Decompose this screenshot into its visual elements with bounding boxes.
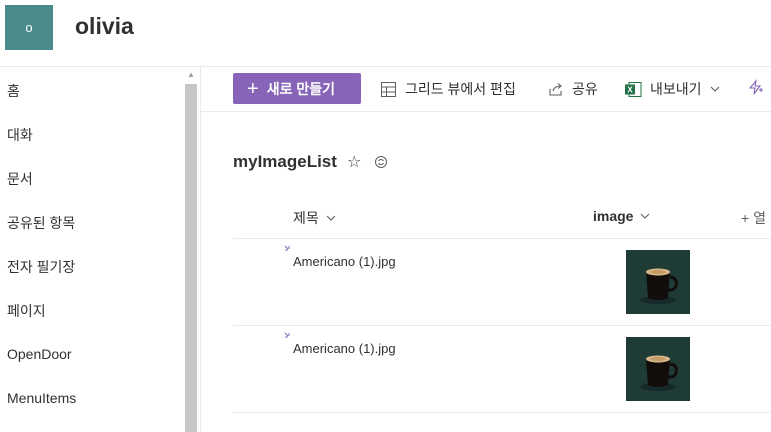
plus-icon: +: [247, 77, 259, 100]
flow-icon: [748, 79, 763, 95]
site-logo[interactable]: o: [5, 5, 53, 50]
coffee-mug-thumbnail[interactable]: [626, 250, 690, 314]
scroll-up-arrow-icon[interactable]: ▲: [186, 70, 196, 80]
row-title[interactable]: Americano (1).jpg: [293, 341, 396, 356]
add-column-button[interactable]: + 열: [741, 208, 766, 228]
site-title[interactable]: olivia: [75, 13, 134, 40]
row-divider: [233, 412, 771, 413]
list-title: myImageList: [233, 152, 337, 171]
share-label: 공유: [572, 81, 598, 97]
automate-button[interactable]: [748, 79, 771, 96]
row-title[interactable]: Americano (1).jpg: [293, 254, 396, 269]
export-label: 내보내기: [650, 81, 702, 97]
column-header-title[interactable]: 제목: [293, 208, 337, 228]
sidebar-item-shared[interactable]: 공유된 항목: [7, 213, 75, 233]
sync-icon[interactable]: [374, 155, 388, 169]
export-button[interactable]: X 내보내기: [624, 79, 721, 99]
sidebar-item-menuitems[interactable]: MenuItems: [7, 390, 76, 406]
sidebar-item-notebook[interactable]: 전자 필기장: [7, 257, 75, 277]
column-header-image[interactable]: image: [593, 208, 651, 224]
chevron-down-icon: [326, 215, 336, 221]
sidebar-item-home[interactable]: 홈: [7, 81, 20, 101]
row-divider: [233, 325, 771, 326]
site-header: o olivia: [0, 0, 771, 67]
left-navigation: 홈 대화 문서 공유된 항목 전자 필기장 페이지 OpenDoor MenuI…: [0, 67, 201, 432]
coffee-mug-thumbnail[interactable]: [626, 337, 690, 401]
sidebar-scrollbar[interactable]: [185, 84, 197, 432]
share-button[interactable]: 공유: [547, 79, 598, 99]
edit-grid-view-button[interactable]: 그리드 뷰에서 편집: [380, 79, 516, 99]
coffee-mug-image: [626, 337, 690, 401]
header-divider: [233, 238, 771, 239]
coffee-mug-image: [626, 250, 690, 314]
column-title-label: 제목: [293, 210, 319, 226]
new-button-label: 새로 만들기: [266, 80, 335, 97]
sidebar-item-opendoor[interactable]: OpenDoor: [7, 346, 72, 362]
chevron-down-icon: [641, 213, 650, 219]
new-button[interactable]: + 새로 만들기: [233, 73, 361, 104]
edit-grid-view-label: 그리드 뷰에서 편집: [405, 81, 516, 97]
svg-text:X: X: [627, 85, 633, 94]
share-icon: [549, 82, 562, 96]
site-logo-letter: o: [25, 20, 33, 35]
sidebar-item-conversations[interactable]: 대화: [7, 125, 33, 145]
sidebar-item-documents[interactable]: 문서: [7, 169, 33, 189]
sidebar-item-pages[interactable]: 페이지: [7, 301, 46, 321]
star-icon[interactable]: ☆: [347, 152, 361, 172]
chevron-down-icon: [710, 86, 719, 92]
column-image-label: image: [593, 208, 634, 224]
grid-icon: [381, 81, 396, 97]
excel-icon: X: [625, 81, 642, 97]
